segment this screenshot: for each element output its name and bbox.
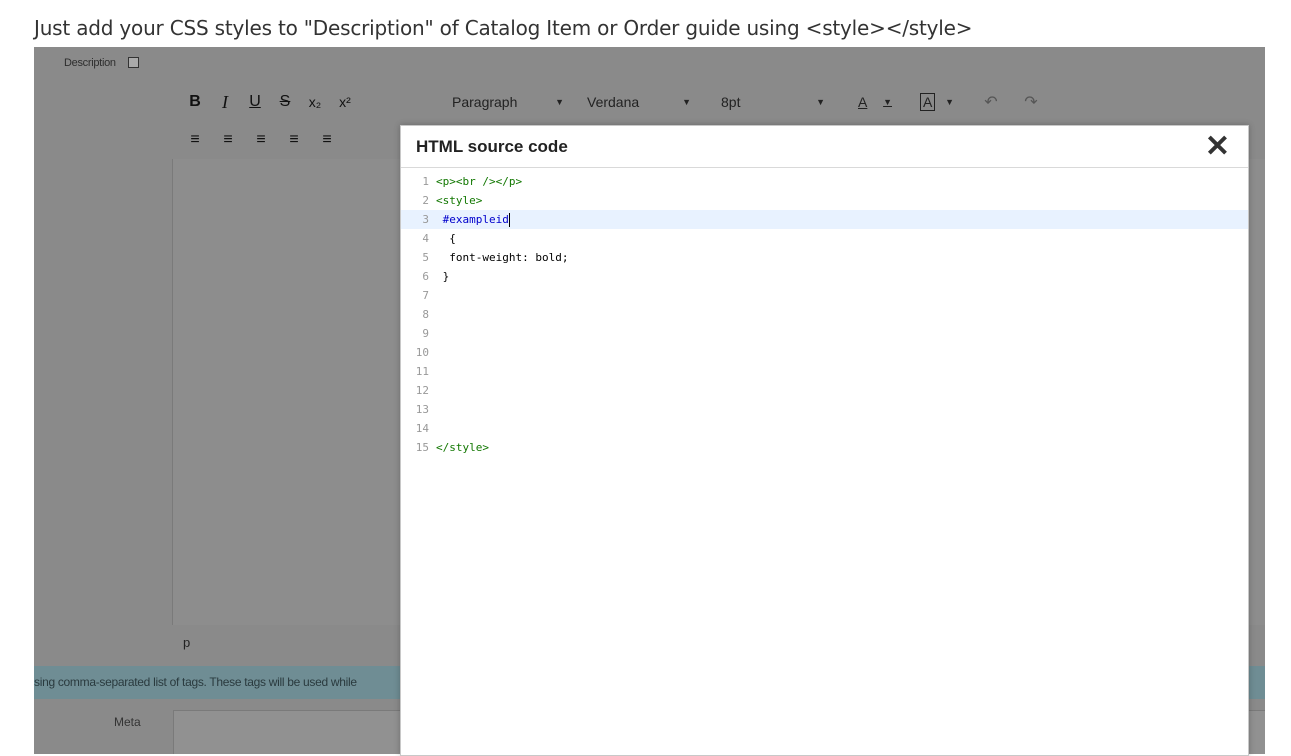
- chevron-down-icon: ▼: [883, 97, 892, 107]
- font-select[interactable]: Verdana ▼: [579, 88, 699, 116]
- code-line: 7: [401, 286, 1248, 305]
- background-color-button[interactable]: A ▼: [912, 88, 962, 116]
- line-number: 1: [422, 175, 429, 188]
- line-number: 7: [422, 289, 429, 302]
- size-select[interactable]: 8pt ▼: [713, 88, 833, 116]
- align-left-button[interactable]: ≡: [180, 126, 210, 154]
- meta-label: Meta: [114, 715, 141, 729]
- code-line: 13: [401, 400, 1248, 419]
- code-line: 12: [401, 381, 1248, 400]
- format-select[interactable]: Paragraph ▼: [444, 88, 572, 116]
- code-line: 6 }: [401, 267, 1248, 286]
- chevron-down-icon: ▼: [945, 97, 954, 107]
- line-number: 10: [415, 346, 429, 359]
- dialog-title: HTML source code: [416, 137, 568, 156]
- code-line: 10: [401, 343, 1248, 362]
- tags-hint-text: sing comma-separated list of tags. These…: [34, 675, 357, 689]
- line-number: 15: [415, 441, 429, 454]
- code-line: 4 {: [401, 229, 1248, 248]
- chevron-down-icon: ▼: [816, 97, 825, 107]
- redo-button[interactable]: ↷: [1016, 88, 1046, 116]
- subscript-button[interactable]: x₂: [300, 88, 330, 116]
- code-text: <style>: [436, 194, 483, 207]
- text-color-icon: A: [858, 94, 868, 110]
- dialog-header: HTML source code ✕: [401, 126, 1248, 168]
- description-label: Description: [64, 57, 116, 69]
- code-line-active: 3 #exampleid: [401, 210, 1248, 229]
- code-line: 11: [401, 362, 1248, 381]
- chevron-down-icon: ▼: [555, 97, 564, 107]
- line-number: 4: [422, 232, 429, 245]
- size-select-value: 8pt: [721, 94, 741, 110]
- code-editor[interactable]: 1 <p><br /></p> 2 <style> 3 #exampleid 4 {…: [401, 172, 1248, 457]
- align-center-button[interactable]: ≡: [213, 126, 243, 154]
- underline-button[interactable]: U: [240, 88, 270, 116]
- toolbar-row-alignment: ≡ ≡ ≡ ≡ ≡: [180, 125, 342, 155]
- code-line: 15 </style>: [401, 438, 1248, 457]
- text-color-button[interactable]: A ▼: [850, 88, 900, 116]
- caption-text: Just add your CSS styles to "Description…: [34, 16, 973, 40]
- code-text: font-weight: bold;: [436, 251, 569, 264]
- line-number: 14: [415, 422, 429, 435]
- format-select-value: Paragraph: [452, 94, 518, 110]
- text-cursor: [508, 213, 510, 227]
- line-number: 5: [422, 251, 429, 264]
- html-source-dialog: HTML source code ✕ 1 <p><br /></p> 2 <styl…: [400, 125, 1249, 756]
- code-text: }: [436, 270, 450, 283]
- code-line: 2 <style>: [401, 191, 1248, 210]
- align-right-button[interactable]: ≡: [246, 126, 276, 154]
- close-icon[interactable]: ✕: [1205, 132, 1230, 162]
- code-text-value: #exampleid: [436, 213, 509, 226]
- superscript-button[interactable]: x²: [330, 88, 360, 116]
- code-text: {: [436, 232, 456, 245]
- code-line: 9: [401, 324, 1248, 343]
- font-select-value: Verdana: [587, 94, 640, 110]
- line-number: 6: [422, 270, 429, 283]
- element-path[interactable]: p: [183, 635, 190, 650]
- line-number: 2: [422, 194, 429, 207]
- justify-button[interactable]: ≡: [279, 126, 309, 154]
- chevron-down-icon: ▼: [682, 97, 691, 107]
- italic-button[interactable]: I: [210, 88, 240, 116]
- code-text: #exampleid: [436, 210, 510, 229]
- code-text: </style>: [436, 441, 489, 454]
- toolbar-row-formatting: B I U S x₂ x²: [180, 87, 360, 117]
- indent-button[interactable]: ≡: [312, 126, 342, 154]
- line-number: 9: [422, 327, 429, 340]
- save-icon[interactable]: [128, 57, 139, 68]
- background-color-icon: A: [920, 93, 936, 111]
- code-line: 8: [401, 305, 1248, 324]
- code-text: <p><br /></p>: [436, 175, 523, 188]
- strikethrough-button[interactable]: S: [270, 88, 300, 116]
- line-number: 12: [415, 384, 429, 397]
- code-line: 1 <p><br /></p>: [401, 172, 1248, 191]
- line-number: 8: [422, 308, 429, 321]
- line-number: 11: [415, 365, 429, 378]
- code-line: 14: [401, 419, 1248, 438]
- line-number: 3: [422, 213, 429, 226]
- code-line: 5 font-weight: bold;: [401, 248, 1248, 267]
- line-number: 13: [415, 403, 429, 416]
- bold-button[interactable]: B: [180, 88, 210, 116]
- undo-button[interactable]: ↶: [976, 88, 1006, 116]
